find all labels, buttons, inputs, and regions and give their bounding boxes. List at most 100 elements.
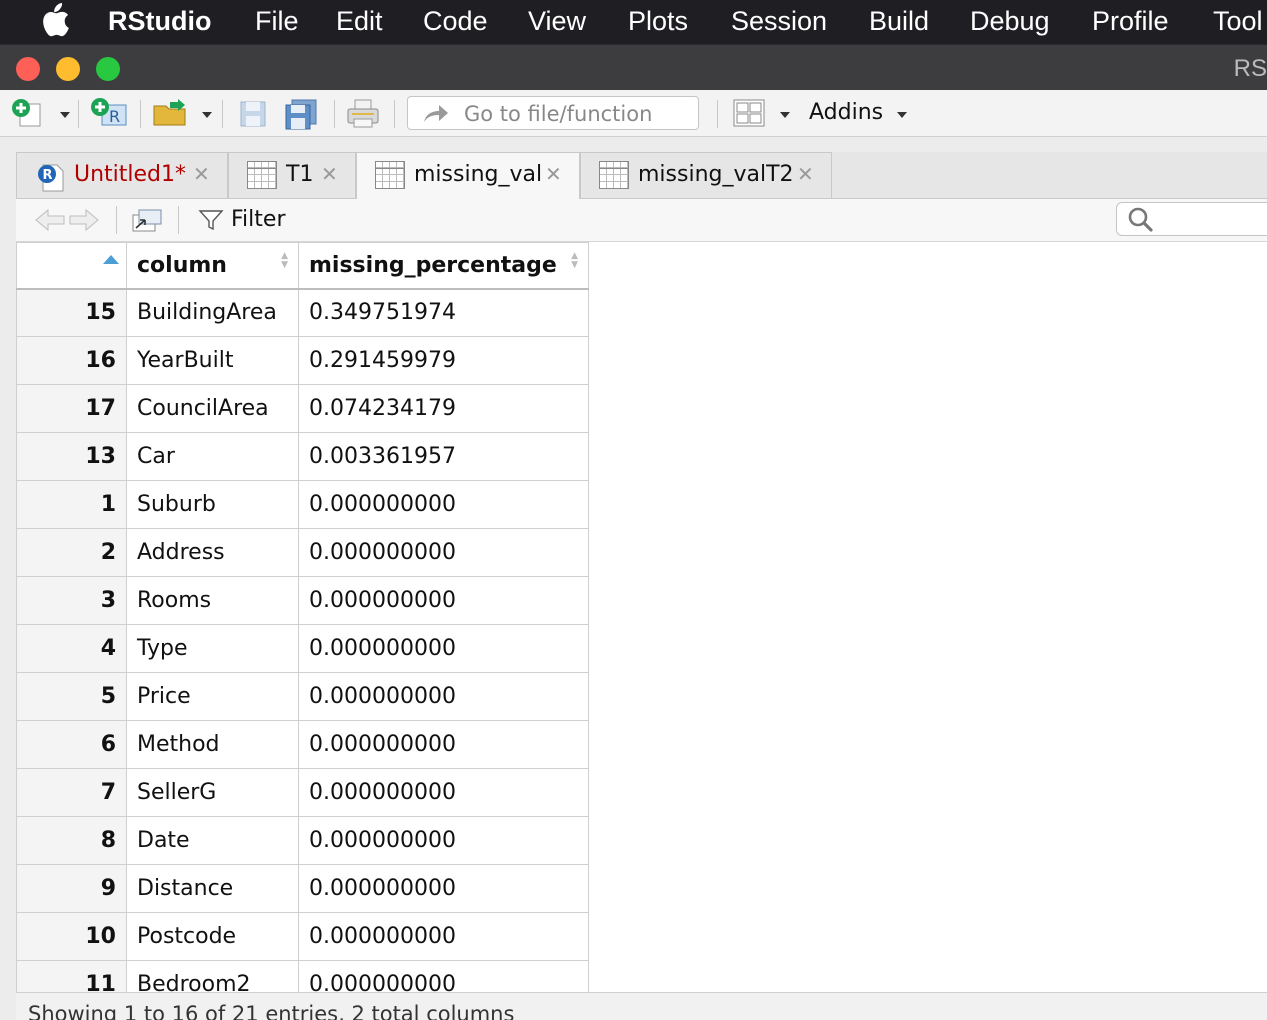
tab-untitled1[interactable]: R Untitled1 * ✕ [16, 152, 228, 198]
menu-edit[interactable]: Edit [336, 6, 383, 37]
save-icon[interactable] [238, 99, 268, 133]
minimize-window-button[interactable] [56, 57, 80, 81]
table-row: 4 Type 0.000000000 [16, 624, 589, 673]
missing-percentage-cell: 0.000000000 [298, 528, 589, 577]
row-number-cell: 1 [16, 480, 127, 529]
close-tab-icon[interactable]: ✕ [193, 162, 210, 186]
column-header-label: missing_percentage [309, 252, 557, 278]
open-file-button[interactable] [152, 98, 194, 132]
back-arrow-icon[interactable] [34, 208, 66, 236]
menu-plots[interactable]: Plots [628, 6, 688, 37]
table-row: 13 Car 0.003361957 [16, 432, 589, 481]
menu-file[interactable]: File [255, 6, 299, 37]
svg-text:R: R [109, 107, 120, 126]
print-icon[interactable] [346, 99, 380, 133]
row-number-cell: 4 [16, 624, 127, 673]
table-row: 8 Date 0.000000000 [16, 816, 589, 865]
table-row: 9 Distance 0.000000000 [16, 864, 589, 913]
menu-debug[interactable]: Debug [970, 6, 1050, 37]
column-name-cell: Postcode [126, 912, 299, 961]
menu-code[interactable]: Code [423, 6, 488, 37]
table-row: 1 Suburb 0.000000000 [16, 480, 589, 529]
popout-window-icon[interactable] [130, 207, 164, 237]
addins-dropdown-icon[interactable] [897, 112, 907, 118]
menu-view[interactable]: View [528, 6, 586, 37]
sort-toggle-icon: ▲ ▼ [571, 251, 578, 270]
row-number-cell: 7 [16, 768, 127, 817]
tab-missing-valt2[interactable]: missing_valT2 ✕ [580, 152, 832, 198]
tab-missing-val-label: missing_val [414, 162, 543, 187]
menu-app-name[interactable]: RStudio [108, 6, 211, 37]
table-search-input[interactable] [1116, 202, 1267, 236]
column-name-cell: BuildingArea [126, 288, 299, 337]
row-number-cell: 3 [16, 576, 127, 625]
missing-percentage-cell: 0.074234179 [298, 384, 589, 433]
tab-t1-label: T1 [286, 162, 314, 187]
pane-layout-dropdown-icon[interactable] [780, 112, 790, 118]
zoom-window-button[interactable] [96, 57, 120, 81]
row-index-header[interactable] [16, 242, 127, 290]
window-title-bar: RS [0, 44, 1267, 91]
close-tab-icon[interactable]: ✕ [545, 162, 562, 186]
pane-layout-icon[interactable] [733, 99, 765, 131]
column-name-cell: Date [126, 816, 299, 865]
column-name-cell: Method [126, 720, 299, 769]
filter-button-label[interactable]: Filter [231, 207, 285, 232]
data-table: column ▲ ▼ missing_percentage ▲ ▼ 15 Buildi… [16, 242, 589, 992]
save-all-icon[interactable] [284, 98, 320, 134]
table-row: 6 Method 0.000000000 [16, 720, 589, 769]
column-name-cell: CouncilArea [126, 384, 299, 433]
table-row: 16 YearBuilt 0.291459979 [16, 336, 589, 385]
filter-funnel-icon[interactable] [198, 208, 224, 236]
table-entries-summary: Showing 1 to 16 of 21 entries, 2 total c… [28, 1002, 515, 1020]
go-to-file-function-input[interactable]: Go to file/function [407, 96, 699, 130]
row-number-cell: 6 [16, 720, 127, 769]
column-header-missing-percentage[interactable]: missing_percentage ▲ ▼ [298, 242, 589, 290]
forward-arrow-icon[interactable] [68, 208, 100, 236]
missing-percentage-cell: 0.000000000 [298, 912, 589, 961]
column-name-cell: Address [126, 528, 299, 577]
close-window-button[interactable] [16, 57, 40, 81]
sort-toggle-icon: ▲ ▼ [281, 251, 288, 270]
tab-missing-val[interactable]: missing_val ✕ [356, 152, 580, 199]
data-grid-icon [375, 161, 405, 189]
svg-text:R: R [43, 168, 53, 183]
go-to-arrow-icon [422, 102, 450, 128]
menu-profile[interactable]: Profile [1092, 6, 1169, 37]
column-name-cell: Rooms [126, 576, 299, 625]
table-row: 5 Price 0.000000000 [16, 672, 589, 721]
menu-tools[interactable]: Tool [1213, 6, 1263, 37]
row-number-cell: 10 [16, 912, 127, 961]
new-file-button[interactable] [10, 98, 50, 132]
addins-menu[interactable]: Addins [809, 100, 883, 125]
new-project-button[interactable]: R [90, 97, 132, 133]
table-status-bar: Showing 1 to 16 of 21 entries, 2 total c… [16, 992, 1267, 1020]
missing-percentage-cell: 0.000000000 [298, 576, 589, 625]
row-number-cell: 11 [16, 960, 127, 992]
menu-session[interactable]: Session [731, 6, 827, 37]
tab-t1[interactable]: T1 ✕ [228, 152, 356, 198]
table-row: 17 CouncilArea 0.074234179 [16, 384, 589, 433]
close-tab-icon[interactable]: ✕ [797, 162, 814, 186]
missing-percentage-cell: 0.000000000 [298, 768, 589, 817]
apple-icon[interactable] [40, 3, 70, 44]
new-file-dropdown-icon[interactable] [60, 112, 70, 118]
missing-percentage-cell: 0.000000000 [298, 960, 589, 992]
column-name-cell: Type [126, 624, 299, 673]
table-row: 10 Postcode 0.000000000 [16, 912, 589, 961]
table-body: 15 BuildingArea 0.349751974 16 YearBuilt 0.29… [16, 288, 589, 992]
main-toolbar: R Go to file/function Addins [0, 90, 1267, 137]
column-header-label: column [137, 252, 227, 278]
row-number-cell: 13 [16, 432, 127, 481]
row-number-cell: 16 [16, 336, 127, 385]
close-tab-icon[interactable]: ✕ [321, 162, 338, 186]
window-title: RS [1233, 55, 1267, 82]
missing-percentage-cell: 0.000000000 [298, 672, 589, 721]
row-number-cell: 2 [16, 528, 127, 577]
column-name-cell: Price [126, 672, 299, 721]
column-name-cell: Distance [126, 864, 299, 913]
menu-build[interactable]: Build [869, 6, 929, 37]
column-header-column[interactable]: column ▲ ▼ [126, 242, 299, 290]
open-file-dropdown-icon[interactable] [202, 112, 212, 118]
column-name-cell: Car [126, 432, 299, 481]
